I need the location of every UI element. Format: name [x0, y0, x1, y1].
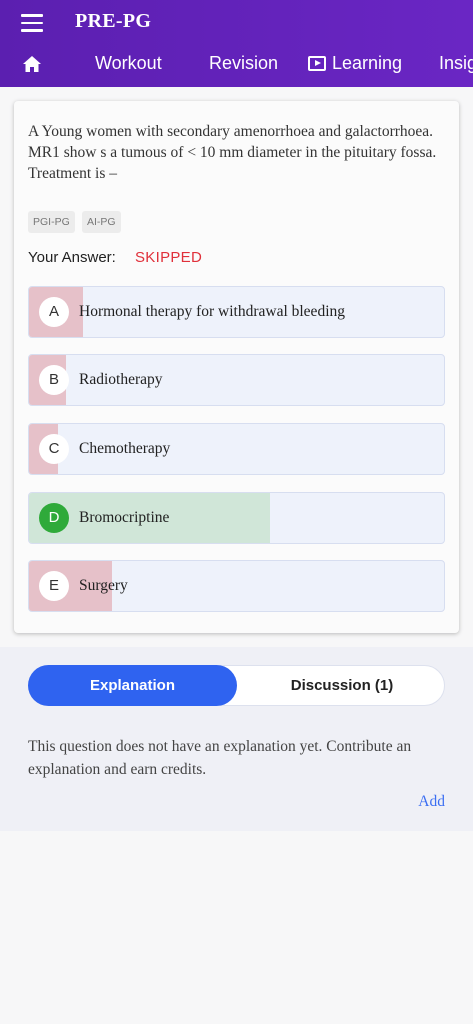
explanation-text: This question does not have an explanati… [28, 738, 412, 778]
option-text: Bromocriptine [79, 509, 170, 526]
option-letter: E [39, 571, 69, 601]
option-text: Hormonal therapy for withdrawal bleeding [79, 303, 345, 320]
option-letter: A [39, 297, 69, 327]
option-text: Chemotherapy [79, 440, 171, 457]
option-letter: D [39, 503, 69, 533]
nav-tab-label: Insig [439, 53, 473, 73]
explanation-panel: Explanation Discussion (1) This question… [0, 647, 473, 831]
add-explanation-link[interactable]: Add [418, 793, 445, 811]
your-answer-label: Your Answer: [28, 249, 116, 266]
explanation-tabs: Explanation Discussion (1) [28, 665, 445, 706]
question-text: A Young women with secondary amenorrhoea… [28, 123, 437, 182]
exam-tag: PGI-PG [28, 211, 75, 233]
nav-tabs: Workout Revision Learning Insig [0, 46, 473, 82]
nav-tab-revision[interactable]: Revision [209, 46, 278, 82]
option-text: Surgery [79, 577, 128, 594]
nav-tab-learning[interactable]: Learning [308, 46, 402, 82]
tab-explanation[interactable]: Explanation [28, 665, 237, 706]
app-header: PRE-PG Workout Revision Learning Insig [0, 0, 473, 87]
option-d[interactable]: D Bromocriptine [28, 492, 445, 544]
nav-tab-insights[interactable]: Insig [439, 46, 473, 82]
video-icon [308, 56, 326, 71]
nav-tab-label: Revision [209, 53, 279, 73]
exam-tag: AI-PG [82, 211, 121, 233]
menu-icon[interactable] [21, 14, 43, 32]
option-b[interactable]: B Radiotherapy [28, 354, 445, 406]
option-letter: B [39, 365, 69, 395]
home-icon[interactable] [22, 55, 42, 73]
nav-tab-label: Learning [332, 53, 403, 73]
nav-tab-workout[interactable]: Workout [95, 46, 162, 82]
option-letter: C [39, 434, 69, 464]
option-c[interactable]: C Chemotherapy [28, 423, 445, 475]
option-e[interactable]: E Surgery [28, 560, 445, 612]
option-a[interactable]: A Hormonal therapy for withdrawal bleedi… [28, 286, 445, 338]
question-card: A Young women with secondary amenorrhoea… [14, 101, 459, 633]
nav-tab-label: Workout [95, 53, 162, 73]
app-title: PRE-PG [75, 10, 152, 32]
option-text: Radiotherapy [79, 371, 163, 388]
tab-discussion[interactable]: Discussion (1) [238, 665, 446, 706]
your-answer-status: SKIPPED [135, 249, 203, 266]
